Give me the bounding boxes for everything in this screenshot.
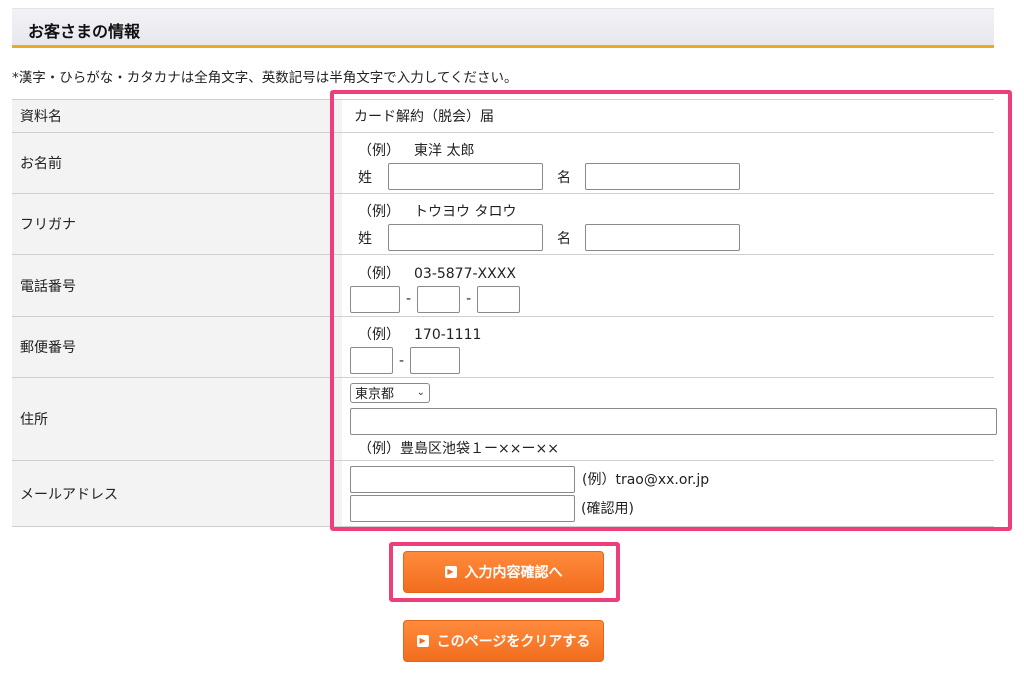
- phone-part2-input[interactable]: [417, 285, 461, 313]
- value-postal: （例） 170-1111 -: [342, 316, 994, 378]
- example-text: 170-1111: [414, 327, 482, 343]
- last-name-input[interactable]: [388, 163, 543, 190]
- example-prefix: （例）: [358, 265, 400, 282]
- row-postal: 郵便番号 （例） 170-1111 -: [12, 316, 994, 378]
- sei-label: 姓: [358, 230, 372, 247]
- last-name-kana-input[interactable]: [388, 224, 543, 251]
- value-material: カード解約（脱会）届: [342, 99, 994, 133]
- row-address: 住所 東京都 ⌄ （例）豊島区池袋１ー××ー××: [12, 377, 997, 461]
- example-text: トウヨウ タロウ: [414, 204, 517, 220]
- mei-label: 名: [557, 230, 571, 247]
- address-example: （例）豊島区池袋１ー××ー××: [358, 438, 994, 458]
- phone-part3-input[interactable]: [477, 285, 521, 313]
- row-material: 資料名 カード解約（脱会）届: [12, 99, 994, 133]
- example-text: 東洋 太郎: [414, 143, 475, 159]
- name-example: （例） 東洋 太郎: [358, 140, 994, 160]
- example-prefix: （例）: [358, 327, 400, 343]
- first-name-input[interactable]: [585, 163, 740, 190]
- arrow-right-icon: ▶: [416, 635, 429, 647]
- label-email: メールアドレス: [12, 460, 342, 527]
- value-address: 東京都 ⌄ （例）豊島区池袋１ー××ー××: [342, 377, 997, 461]
- value-phone: （例） 03-5877-XXXX - -: [342, 254, 994, 317]
- material-value: カード解約（脱会）届: [354, 109, 494, 125]
- label-name: お名前: [12, 132, 342, 194]
- furigana-inputs: 姓 名: [358, 224, 994, 251]
- postal-part1-input[interactable]: [350, 347, 393, 374]
- phone-example: （例） 03-5877-XXXX: [358, 263, 994, 283]
- email-input[interactable]: [350, 465, 575, 493]
- mei-label: 名: [557, 169, 571, 186]
- example-text: 03-5877-XXXX: [414, 265, 516, 282]
- furigana-example: （例） トウヨウ タロウ: [358, 201, 994, 221]
- row-furigana: フリガナ （例） トウヨウ タロウ 姓 名: [12, 193, 994, 255]
- example-text: 豊島区池袋１ー××ー××: [400, 440, 559, 457]
- postal-sep: -: [399, 352, 405, 369]
- phone-sep-2: -: [466, 291, 472, 307]
- email-example: (例）trao@xx.or.jp: [582, 472, 710, 488]
- confirm-button[interactable]: ▶ 入力内容確認へ: [403, 551, 604, 593]
- label-material: 資料名: [12, 99, 342, 133]
- prefecture-value: 東京都: [355, 387, 395, 402]
- row-email: メールアドレス (例）trao@xx.or.jp (確認用): [12, 460, 994, 527]
- input-note: *漢字・ひらがな・カタカナは全角文字、英数記号は半角文字で入力してください。: [12, 70, 518, 86]
- email-confirm-line: (確認用): [350, 494, 994, 522]
- label-furigana: フリガナ: [12, 193, 342, 255]
- value-email: (例）trao@xx.or.jp (確認用): [342, 460, 994, 527]
- clear-button-label: このページをクリアする: [436, 634, 591, 650]
- arrow-right-icon: ▶: [444, 566, 457, 578]
- row-phone: 電話番号 （例） 03-5877-XXXX - -: [12, 254, 994, 317]
- postal-example: （例） 170-1111: [358, 324, 994, 344]
- row-name: お名前 （例） 東洋 太郎 姓 名: [12, 132, 994, 194]
- phone-part1-input[interactable]: [350, 285, 400, 313]
- value-furigana: （例） トウヨウ タロウ 姓 名: [342, 193, 994, 255]
- example-prefix: （例）: [358, 143, 400, 159]
- label-postal: 郵便番号: [12, 316, 342, 378]
- phone-inputs: - -: [350, 285, 994, 313]
- example-prefix: （例）: [358, 204, 400, 220]
- clear-button[interactable]: ▶ このページをクリアする: [403, 620, 604, 662]
- section-title: お客さまの情報: [28, 22, 141, 41]
- sei-label: 姓: [358, 169, 372, 186]
- postal-part2-input[interactable]: [410, 347, 461, 374]
- chevron-down-icon: ⌄: [416, 387, 425, 398]
- first-name-kana-input[interactable]: [585, 224, 740, 251]
- postal-inputs: -: [350, 347, 994, 374]
- section-header: お客さまの情報: [12, 8, 994, 48]
- example-prefix: （例）: [358, 440, 400, 457]
- label-address: 住所: [12, 377, 342, 461]
- email-confirm-label: (確認用): [581, 501, 634, 517]
- value-name: （例） 東洋 太郎 姓 名: [342, 132, 994, 194]
- customer-info-form: 資料名 カード解約（脱会）届 お名前 （例） 東洋 太郎 姓 名 フリガナ （例）…: [12, 99, 997, 527]
- name-inputs: 姓 名: [358, 163, 994, 190]
- phone-sep-1: -: [406, 291, 412, 307]
- prefecture-select[interactable]: 東京都 ⌄: [350, 382, 430, 403]
- confirm-button-label: 入力内容確認へ: [464, 565, 563, 581]
- prefecture-wrap: 東京都 ⌄: [350, 382, 994, 403]
- email-line: (例）trao@xx.or.jp: [350, 465, 994, 493]
- email-confirm-input[interactable]: [350, 494, 575, 522]
- address-input[interactable]: [350, 407, 997, 435]
- label-phone: 電話番号: [12, 254, 342, 317]
